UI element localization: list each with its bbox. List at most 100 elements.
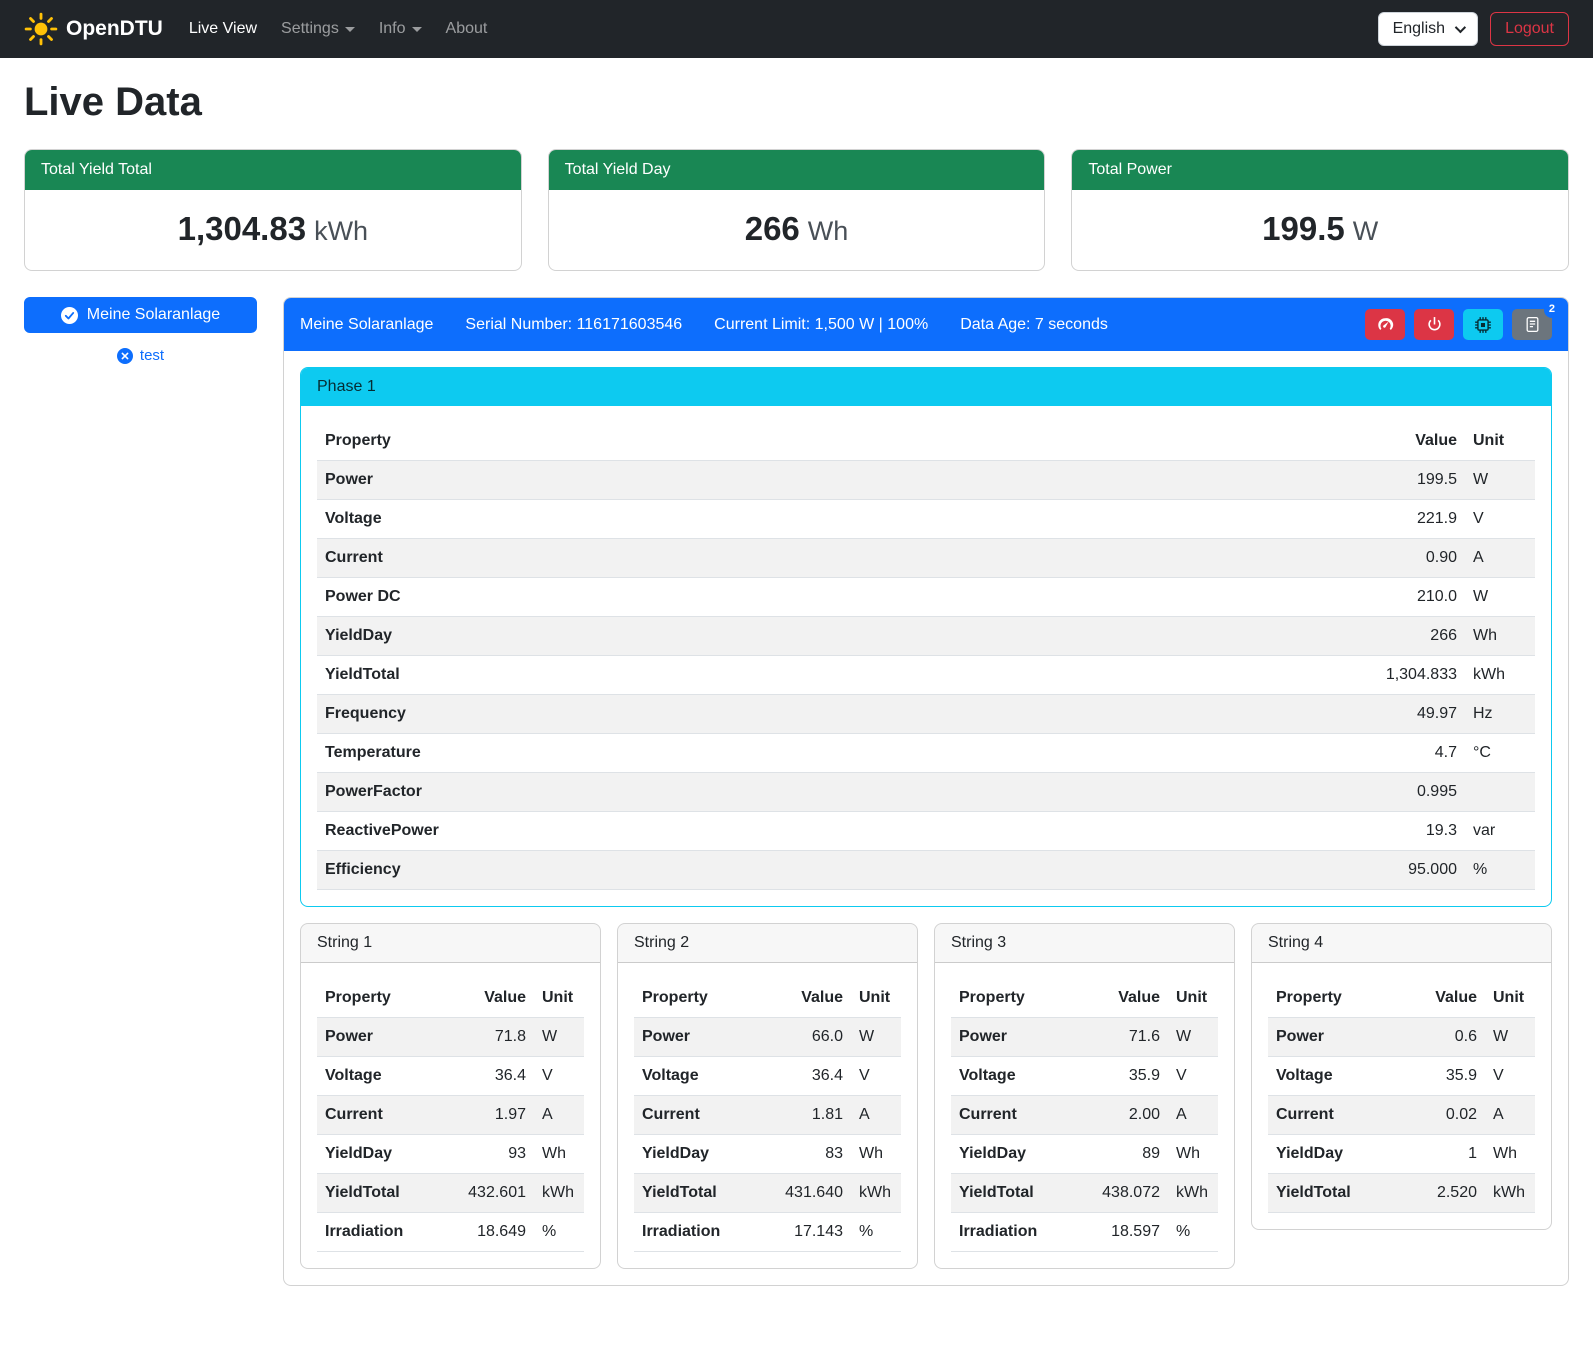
logout-button[interactable]: Logout — [1490, 12, 1569, 46]
check-circle-icon — [61, 307, 78, 324]
value-cell: 2.520 — [1401, 1174, 1486, 1213]
property-cell: Current — [951, 1096, 1073, 1135]
value-cell: 0.90 — [1004, 539, 1465, 578]
property-cell: ReactivePower — [317, 812, 1004, 851]
table-row: Power71.8W — [317, 1018, 584, 1057]
unit-cell: °C — [1465, 734, 1535, 773]
nav-about[interactable]: About — [436, 12, 498, 46]
table-row: Temperature4.7°C — [317, 734, 1535, 773]
card-unit: kWh — [314, 216, 368, 246]
brand[interactable]: OpenDTU — [24, 12, 163, 46]
unit-cell: W — [534, 1018, 584, 1057]
page-container: Live Data Total Yield Total 1,304.83kWh … — [0, 80, 1593, 1318]
value-cell: 266 — [1004, 617, 1465, 656]
nav-info[interactable]: Info — [369, 12, 432, 46]
card-value: 266 — [745, 210, 800, 247]
value-cell: 2.00 — [1073, 1096, 1168, 1135]
col-property: Property — [317, 422, 1004, 461]
property-cell: Current — [317, 1096, 439, 1135]
table-row: YieldTotal2.520kWh — [1268, 1174, 1535, 1213]
table-row: Voltage36.4V — [634, 1057, 901, 1096]
power-button[interactable] — [1414, 309, 1454, 340]
card-value: 199.5 — [1262, 210, 1345, 247]
table-header-row: Property Value Unit — [634, 979, 901, 1018]
nav-settings-label: Settings — [281, 20, 339, 38]
card-value: 1,304.83 — [178, 210, 306, 247]
value-cell: 83 — [756, 1135, 851, 1174]
property-cell: PowerFactor — [317, 773, 1004, 812]
value-cell: 89 — [1073, 1135, 1168, 1174]
unit-cell: W — [1465, 578, 1535, 617]
unit-cell: W — [851, 1018, 901, 1057]
property-cell: Power — [634, 1018, 756, 1057]
unit-cell: % — [851, 1213, 901, 1252]
value-cell: 17.143 — [756, 1213, 851, 1252]
property-cell: Irradiation — [317, 1213, 439, 1252]
language-select[interactable]: English — [1378, 12, 1478, 46]
table-row: Voltage35.9V — [1268, 1057, 1535, 1096]
inverter-serial: Serial Number: 116171603546 — [465, 316, 682, 334]
value-cell: 1.81 — [756, 1096, 851, 1135]
property-cell: Irradiation — [951, 1213, 1073, 1252]
unit-cell: kWh — [1485, 1174, 1535, 1213]
string-card-title: String 1 — [301, 924, 600, 963]
value-cell: 19.3 — [1004, 812, 1465, 851]
limit-settings-button[interactable] — [1365, 309, 1405, 340]
nav-live-view[interactable]: Live View — [179, 12, 267, 46]
col-value: Value — [439, 979, 534, 1018]
string-card-body: Property Value Unit Power71.8WVoltage36.… — [301, 963, 600, 1268]
string-card: String 1 Property Value Unit Power71.8WV… — [300, 923, 601, 1269]
unit-cell: % — [534, 1213, 584, 1252]
inverter-panel: Meine Solaranlage Serial Number: 1161716… — [283, 297, 1569, 1286]
unit-cell: V — [1485, 1057, 1535, 1096]
inverter-limit: Current Limit: 1,500 W | 100% — [714, 316, 928, 334]
property-cell: Irradiation — [634, 1213, 756, 1252]
strings-row: String 1 Property Value Unit Power71.8WV… — [300, 923, 1552, 1269]
sidebar-item-test-label: test — [140, 347, 164, 364]
col-property: Property — [317, 979, 439, 1018]
nav-settings[interactable]: Settings — [271, 12, 365, 46]
property-cell: Efficiency — [317, 851, 1004, 890]
value-cell: 71.6 — [1073, 1018, 1168, 1057]
value-cell: 71.8 — [439, 1018, 534, 1057]
phase-table: Property Value Unit Power199.5WVoltage22… — [317, 422, 1535, 890]
value-cell: 18.597 — [1073, 1213, 1168, 1252]
inverter-panel-header: Meine Solaranlage Serial Number: 1161716… — [284, 298, 1568, 351]
table-row: Current0.02A — [1268, 1096, 1535, 1135]
table-header-row: Property Value Unit — [1268, 979, 1535, 1018]
inverter-select-label: Meine Solaranlage — [87, 306, 220, 324]
table-row: Irradiation17.143% — [634, 1213, 901, 1252]
unit-cell: Hz — [1465, 695, 1535, 734]
unit-cell — [1465, 773, 1535, 812]
card-body: 199.5 W — [1072, 190, 1568, 270]
event-log-button[interactable]: 2 — [1512, 309, 1552, 340]
col-unit: Unit — [534, 979, 584, 1018]
nav-info-label: Info — [379, 20, 406, 38]
property-cell: Voltage — [1268, 1057, 1401, 1096]
property-cell: Voltage — [317, 1057, 439, 1096]
property-cell: Power DC — [317, 578, 1004, 617]
property-cell: Voltage — [634, 1057, 756, 1096]
card-body: 266Wh — [549, 190, 1045, 270]
value-cell: 66.0 — [756, 1018, 851, 1057]
card-unit: W — [1353, 216, 1378, 246]
table-row: YieldTotal432.601kWh — [317, 1174, 584, 1213]
string-card-body: Property Value Unit Power66.0WVoltage36.… — [618, 963, 917, 1268]
property-cell: Power — [951, 1018, 1073, 1057]
string-table: Property Value Unit Power0.6WVoltage35.9… — [1268, 979, 1535, 1213]
inverter-data-age: Data Age: 7 seconds — [960, 316, 1108, 334]
property-cell: Voltage — [317, 500, 1004, 539]
value-cell: 18.649 — [439, 1213, 534, 1252]
device-info-button[interactable] — [1463, 309, 1503, 340]
nav-right: English Logout — [1378, 12, 1569, 46]
sidebar-item-test[interactable]: test — [24, 347, 257, 364]
table-row: Voltage36.4V — [317, 1057, 584, 1096]
table-row: ReactivePower19.3var — [317, 812, 1535, 851]
unit-cell: kWh — [1168, 1174, 1218, 1213]
col-value: Value — [756, 979, 851, 1018]
unit-cell: % — [1465, 851, 1535, 890]
table-row: Current1.81A — [634, 1096, 901, 1135]
string-card-title: String 3 — [935, 924, 1234, 963]
inverter-select-button[interactable]: Meine Solaranlage — [24, 297, 257, 333]
value-cell: 35.9 — [1073, 1057, 1168, 1096]
